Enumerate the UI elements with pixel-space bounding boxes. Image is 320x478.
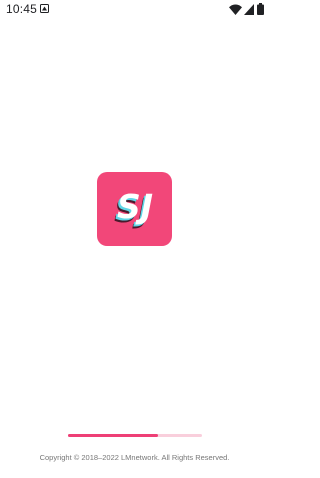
copyright-text: Copyright © 2018–2022 LMnetwork. All Rig… xyxy=(39,453,230,462)
loading-progress-fill xyxy=(68,434,158,437)
logo-text: SJ xyxy=(117,187,153,226)
app-logo: SJ SJ SJ xyxy=(97,172,172,246)
status-time: 10:45 xyxy=(6,2,38,16)
notification-icon xyxy=(40,4,49,13)
status-bar: 10:45 xyxy=(0,0,269,20)
signal-icon xyxy=(244,4,254,15)
loading-progress-bar xyxy=(68,434,202,437)
wifi-icon xyxy=(229,4,242,15)
battery-icon xyxy=(257,3,264,15)
